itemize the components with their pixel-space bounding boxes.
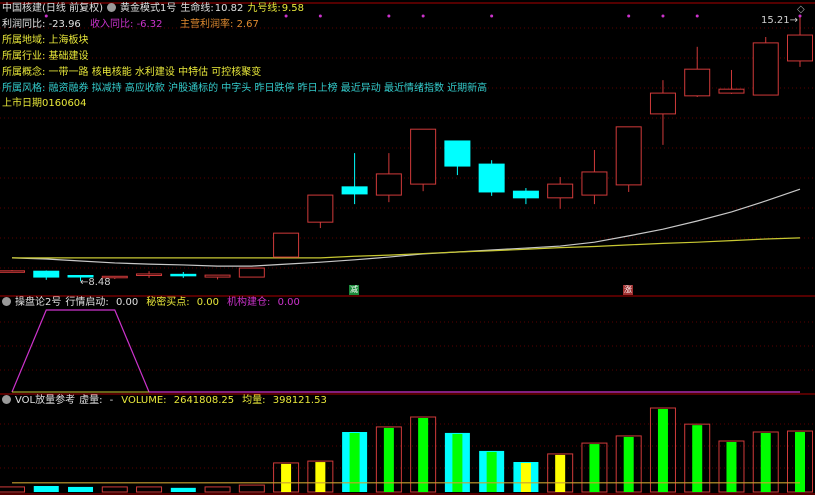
industry: 所属行业: 基础建设: [2, 51, 89, 62]
trend-start-line: [11, 309, 800, 393]
candle-body: [615, 126, 642, 186]
panel3-label-3: 均量:: [242, 395, 266, 406]
candle-body: [581, 171, 608, 196]
style: 所属风格: 融资融券 拟减持 高应收款 沪股通标的 中字头 昨日跌停 昨日上榜 …: [2, 83, 488, 94]
margin: 2.67: [236, 19, 259, 30]
panel2-label-2: 秘密买点:: [146, 297, 190, 308]
volume-inner-bar: [589, 444, 600, 492]
diamond-icon[interactable]: ◇: [797, 4, 805, 16]
candle-body: [512, 190, 539, 199]
candle-body: [341, 186, 368, 195]
nine-line: [12, 237, 801, 259]
candle-body: [444, 140, 471, 167]
volume-inner-bar: [726, 442, 737, 492]
signal-rise: 涨: [623, 285, 633, 295]
panel2-value-2: 0.00: [196, 297, 220, 308]
candle-body: [375, 173, 402, 196]
indicator-name: 黄金模式1号: [119, 3, 177, 14]
region: 所属地域: 上海板块: [2, 35, 89, 46]
signal-reduce: 减: [349, 285, 359, 295]
life-line-label: 生命线:: [180, 3, 214, 14]
low-price-label: ←8.48: [80, 277, 111, 288]
panel3-label-2: VOLUME:: [121, 395, 167, 406]
candle-body: [170, 273, 197, 277]
main-header: 中国核建(日线 前复权) 黄金模式1号 生命线:10.82 九号线:9.58: [2, 3, 308, 15]
high-price-label: 15.21→: [761, 15, 799, 26]
panel2-value-3: 0.00: [277, 297, 300, 308]
top-marker: [695, 14, 699, 18]
candle-body: [787, 34, 813, 62]
gear-icon[interactable]: [2, 395, 11, 404]
candle-body: [684, 68, 711, 97]
top-marker: [661, 14, 665, 18]
volume-bar: [170, 487, 196, 492]
gear-icon[interactable]: [106, 3, 116, 12]
panel2-label-3: 机构建仓:: [227, 297, 271, 308]
volume-inner-bar: [623, 436, 634, 492]
revenue-yoy: -6.32: [136, 19, 163, 30]
top-marker: [490, 14, 494, 18]
profit-yoy-label: 利润同比:: [2, 19, 46, 30]
volume-bar: [204, 486, 231, 493]
candle-body: [410, 128, 437, 185]
volume-inner-bar: [692, 425, 703, 492]
top-marker: [318, 14, 322, 18]
panel2-value-1: 0.00: [115, 297, 139, 308]
revenue-yoy-label: 收入同比:: [90, 19, 134, 30]
candle-body: [273, 232, 300, 258]
volume-bar: [238, 484, 265, 493]
panel3-value-3: 398121.53: [272, 395, 327, 406]
volume-inner-bar: [418, 418, 429, 492]
candle-body: [238, 267, 265, 278]
life-line-value: 10.82: [214, 3, 244, 14]
concept: 所属概念: 一带一路 核电核能 水利建设 中特估 可控核聚变: [2, 67, 262, 78]
listing-date: 上市日期0160604: [2, 98, 87, 109]
panel3-header: VOL放量参考 虚量: - VOLUME: 2641808.25 均量: 398121…: [2, 395, 335, 407]
candle-body: [478, 163, 505, 193]
candle-body: [307, 194, 334, 223]
candle-body: [649, 92, 676, 115]
top-marker: [421, 14, 425, 18]
candle-body: [204, 274, 231, 278]
volume-bar: [101, 486, 128, 493]
top-marker: [387, 14, 391, 18]
candle-body: [547, 183, 574, 199]
candle-body: [33, 270, 60, 278]
volume-bar: [0, 486, 25, 493]
stock-title: 中国核建(日线 前复权): [2, 3, 103, 14]
volume-inner-bar: [315, 462, 326, 492]
nine-line-label: 九号线:: [247, 3, 281, 14]
volume-bar: [136, 486, 163, 493]
nine-line-value: 9.58: [281, 3, 305, 14]
panel3-value-1: -: [109, 395, 114, 406]
margin-label: 主营利润率:: [180, 19, 234, 30]
panel3-name: VOL放量参考: [15, 395, 76, 406]
candle-body: [718, 88, 745, 94]
panel2-name: 操盘论2号: [15, 297, 62, 308]
gear-icon[interactable]: [2, 297, 11, 306]
volume-bar: [68, 486, 94, 492]
candle-body: [136, 273, 163, 277]
panel3-value-2: 2641808.25: [173, 395, 235, 406]
volume-inner-bar: [555, 454, 566, 492]
profit-yoy: -23.96: [48, 19, 81, 30]
top-marker: [627, 14, 631, 18]
panel3-label-1: 虚量:: [79, 395, 103, 406]
volume-inner-bar: [657, 409, 668, 492]
candle-body: [0, 270, 25, 273]
volume-inner-bar: [281, 463, 292, 492]
panel2-label-1: 行情启动:: [65, 297, 109, 308]
panel2-header: 操盘论2号 行情启动: 0.00 秘密买点: 0.00 机构建仓: 0.00: [2, 297, 308, 309]
candle-body: [752, 42, 779, 96]
volume-inner-bar: [520, 463, 531, 492]
volume-inner-bar: [486, 451, 497, 492]
volume-bar: [33, 486, 59, 492]
